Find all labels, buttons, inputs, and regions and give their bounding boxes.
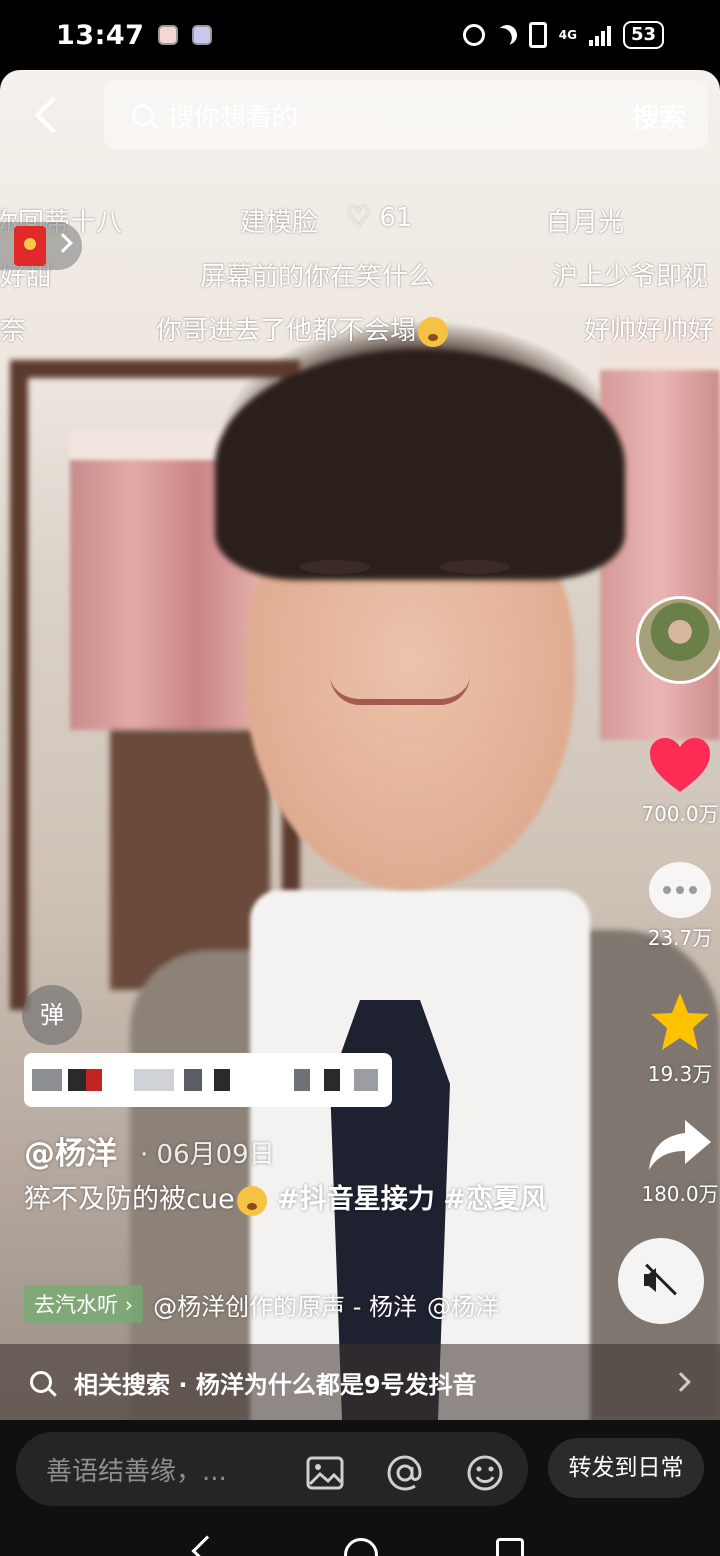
- nav-recent-apps-icon[interactable]: [496, 1538, 524, 1556]
- comment-bar: 善语结善缘，... 转发到日常: [0, 1420, 720, 1520]
- description-text: 猝不及防的被cue: [24, 1184, 235, 1215]
- emoji-icon[interactable]: [466, 1454, 504, 1492]
- alarm-icon: [462, 24, 485, 46]
- status-bar: 13:47 4G 53: [0, 0, 720, 70]
- network-type: 4G: [558, 28, 577, 42]
- smile-emoji-icon: [418, 316, 449, 347]
- signal-icon: [588, 24, 611, 46]
- favorite-count: 19.3万: [647, 1062, 713, 1086]
- listen-on-qishui-button[interactable]: 去汽水听 ›: [24, 1285, 144, 1323]
- favorite-button[interactable]: 19.3万: [620, 990, 720, 1087]
- danmaku-comment: 你哥进去了他都不会塌: [156, 310, 450, 347]
- back-icon[interactable]: [30, 96, 64, 136]
- share-count: 180.0万: [641, 1182, 719, 1206]
- system-nav-bar: [0, 1520, 720, 1556]
- heart-outline-icon: ♡: [346, 200, 372, 233]
- status-icons: 4G 53: [462, 21, 664, 49]
- heart-icon: [650, 738, 710, 792]
- search-button[interactable]: 搜索: [609, 95, 686, 135]
- share-icon: [649, 1120, 711, 1170]
- app-notification-icon: [158, 25, 179, 45]
- share-button[interactable]: 180.0万: [620, 1118, 720, 1207]
- red-packet-button[interactable]: [0, 222, 82, 270]
- author-name[interactable]: @杨洋: [24, 1128, 117, 1173]
- related-search-text: 相关搜索 · 杨洋为什么都是9号发抖音: [74, 1370, 477, 1399]
- danmaku-like-count: 61: [379, 203, 413, 233]
- danmaku-comment: 沪上少爷即视: [552, 262, 709, 292]
- author-avatar[interactable]: [636, 596, 720, 684]
- danmaku-like: ♡ 61: [338, 200, 412, 233]
- danmaku-comment: 建模脸: [240, 208, 319, 238]
- star-icon: [651, 993, 709, 1050]
- danmaku-comment: 白月光: [546, 208, 625, 238]
- repost-to-daily-button[interactable]: 转发到日常: [548, 1438, 704, 1498]
- post-date: · 06月09日: [140, 1140, 275, 1170]
- status-time: 13:47: [56, 19, 145, 51]
- chevron-right-icon: [53, 233, 73, 253]
- hashtag-link[interactable]: #抖音星接力: [277, 1184, 435, 1215]
- danmaku-text: 你哥进去了他都不会塌: [156, 316, 417, 346]
- top-search-row: 搜你想看的 搜索: [0, 80, 720, 154]
- battery-icon: 53: [622, 21, 664, 49]
- danmaku-comment: 屏幕前的你在笑什么: [200, 262, 435, 292]
- hashtag-link[interactable]: #恋夏风: [443, 1184, 547, 1215]
- danmaku-toggle-button[interactable]: 弹: [22, 985, 82, 1045]
- red-envelope-icon: [14, 226, 46, 266]
- comment-icon: [649, 862, 711, 918]
- moon-icon: [493, 21, 520, 48]
- image-icon[interactable]: [306, 1454, 344, 1492]
- person-eye: [440, 560, 510, 574]
- app-notification-icon: [192, 25, 213, 45]
- music-mention[interactable]: @杨洋: [427, 1287, 499, 1322]
- like-button[interactable]: 700.0万: [620, 736, 720, 827]
- person-eye: [300, 560, 370, 574]
- like-count: 700.0万: [641, 802, 719, 826]
- music-row: 去汽水听 › @杨洋创作的原声 - 杨洋 @杨洋: [24, 1285, 644, 1323]
- comment-input[interactable]: 善语结善缘，...: [16, 1432, 528, 1506]
- search-icon: [132, 104, 154, 126]
- person-smile: [330, 675, 470, 705]
- danmaku-comment: 奈: [0, 316, 27, 346]
- music-tag-label: 去汽水听: [34, 1293, 118, 1317]
- music-title[interactable]: @杨洋创作的原声 - 杨洋: [153, 1287, 417, 1322]
- chevron-right-icon: [671, 1372, 691, 1392]
- flushed-emoji-icon: [236, 1185, 267, 1216]
- search-icon: [30, 1371, 52, 1393]
- comment-count: 23.7万: [647, 926, 713, 950]
- comment-placeholder: 善语结善缘，...: [46, 1456, 227, 1487]
- comment-button[interactable]: 23.7万: [620, 862, 720, 951]
- obscured-banner[interactable]: [24, 1053, 392, 1107]
- nav-home-icon[interactable]: [344, 1538, 378, 1556]
- search-placeholder: 搜你想看的: [168, 102, 299, 133]
- danmaku-comment: 好帅好帅好: [584, 316, 715, 346]
- nav-back-icon[interactable]: [191, 1535, 223, 1556]
- person-hair: [215, 350, 625, 580]
- mention-icon[interactable]: [386, 1454, 424, 1492]
- vibrate-icon: [528, 22, 547, 48]
- post-description: 猝不及防的被cue #抖音星接力 #恋夏风: [24, 1180, 564, 1220]
- related-search-bar[interactable]: 相关搜索 · 杨洋为什么都是9号发抖音: [0, 1344, 720, 1420]
- search-input[interactable]: 搜你想看的 搜索: [104, 80, 708, 150]
